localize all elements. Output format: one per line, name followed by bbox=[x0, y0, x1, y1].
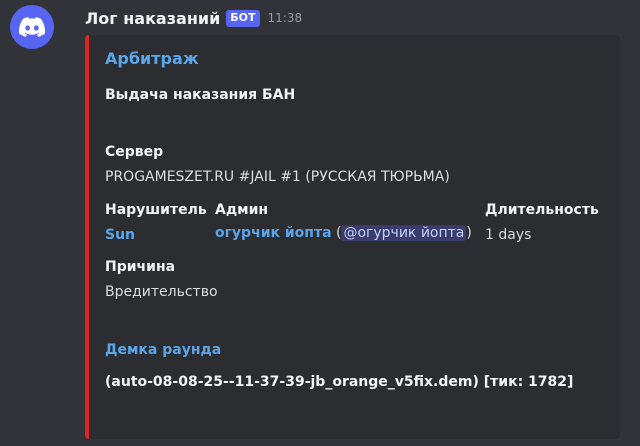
timestamp[interactable]: 11:38 bbox=[268, 11, 303, 25]
embed-description: Выдача наказания БАН bbox=[105, 87, 296, 103]
field-reason-value: Вредительство bbox=[105, 284, 218, 300]
field-server-name: Сервер bbox=[105, 144, 164, 160]
field-admin-value: огурчик йопта (@огурчик йопта) bbox=[215, 225, 472, 241]
field-duration-name: Длительность bbox=[485, 202, 599, 218]
field-violator-name: Нарушитель bbox=[105, 202, 207, 218]
embed-title: Арбитраж bbox=[105, 49, 199, 68]
admin-paren-close: ) bbox=[466, 225, 472, 241]
embed: Арбитраж Выдача наказания БАН Сервер PRO… bbox=[85, 35, 620, 439]
admin-mention[interactable]: @огурчик йопта bbox=[341, 225, 467, 241]
message: Лог наказаний БОТ 11:38 Арбитраж Выдача … bbox=[0, 0, 640, 446]
field-violator-value[interactable]: Sun bbox=[105, 227, 135, 243]
field-reason-name: Причина bbox=[105, 259, 176, 275]
avatar[interactable] bbox=[10, 5, 54, 49]
message-header: Лог наказаний БОТ 11:38 bbox=[85, 7, 302, 29]
admin-link[interactable]: огурчик йопта bbox=[215, 225, 332, 241]
field-server-value: PROGAMESZET.RU #JAIL #1 (РУССКАЯ ТЮРЬМА) bbox=[105, 169, 450, 185]
field-demo-name[interactable]: Демка раунда bbox=[105, 342, 221, 358]
bot-tag: БОТ bbox=[226, 9, 260, 27]
discord-logo-icon bbox=[19, 17, 45, 37]
username[interactable]: Лог наказаний bbox=[85, 9, 220, 28]
field-admin-name: Админ bbox=[215, 202, 269, 218]
field-demo-value: (auto-08-08-25--11-37-39-jb_orange_v5fix… bbox=[105, 374, 574, 390]
field-duration-value: 1 days bbox=[485, 227, 532, 243]
admin-paren-open: ( bbox=[331, 225, 342, 241]
